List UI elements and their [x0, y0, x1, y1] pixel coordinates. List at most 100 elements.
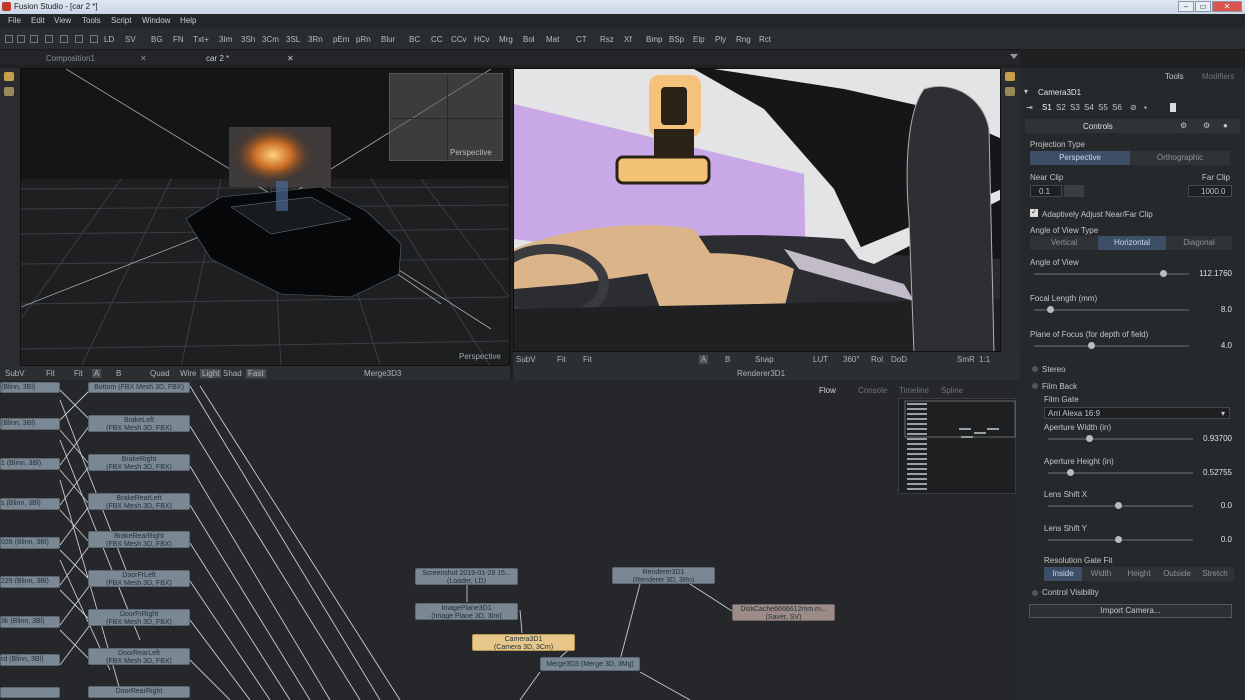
import-camera-button[interactable]: Import Camera... — [1029, 604, 1232, 618]
film-back-toggle-icon[interactable] — [1032, 383, 1038, 389]
slot-s1[interactable]: S1 — [1042, 103, 1052, 112]
channel-b-button[interactable]: B — [725, 355, 730, 364]
node-brake-left[interactable]: BrakeLeft (FBX Mesh 3D, FBX) — [88, 415, 190, 432]
node-blinn[interactable]: (Blinn, 3Bl) — [0, 418, 60, 430]
tool-bc[interactable]: BC — [409, 35, 420, 44]
angle-of-view-slider[interactable] — [1034, 270, 1189, 277]
360-button[interactable]: 360° — [843, 355, 860, 364]
node-screenshot-loader[interactable]: Screenshot 2019-01-28 15... (Loader, LD) — [415, 568, 518, 585]
tool-blur[interactable]: Blur — [381, 35, 395, 44]
stereo-section[interactable]: Stereo — [1042, 365, 1066, 374]
node-blinn[interactable]: rd (Blinn, 3Bl) — [0, 654, 60, 666]
tool-ply[interactable]: Ply — [715, 35, 726, 44]
res-inside-button[interactable]: Inside — [1044, 567, 1082, 581]
minimize-button[interactable]: – — [1178, 1, 1194, 12]
close-icon[interactable]: ✕ — [287, 54, 294, 63]
lock-icon[interactable]: ▪ — [1144, 103, 1147, 112]
menu-file[interactable]: File — [8, 16, 21, 25]
menu-edit[interactable]: Edit — [31, 16, 45, 25]
layout-icon[interactable] — [90, 35, 98, 43]
tool-ccv[interactable]: CCv — [451, 35, 467, 44]
tab-composition1[interactable]: Composition1 ✕ — [46, 51, 151, 65]
pin-icon[interactable]: ⇥ — [1026, 103, 1033, 112]
node-door-fr-right[interactable]: DoorFrRight (FBX Mesh 3D, FBX) — [88, 609, 190, 626]
node-blinn[interactable]: s (Blinn, 3Bl) — [0, 498, 60, 510]
tool-mrg[interactable]: Mrg — [499, 35, 513, 44]
maximize-button[interactable]: ▭ — [1195, 1, 1211, 12]
aov-diagonal-button[interactable]: Diagonal — [1166, 236, 1232, 250]
tool-mat[interactable]: Mat — [546, 35, 559, 44]
node-brake-rear-right[interactable]: BrakeRearRight (FBX Mesh 3D, FBX) — [88, 531, 190, 548]
res-width-button[interactable]: Width — [1082, 567, 1120, 581]
light-button[interactable]: Light — [200, 369, 222, 378]
roi-button[interactable]: Rol — [871, 355, 883, 364]
layout-icon[interactable] — [17, 35, 25, 43]
tool-cc[interactable]: CC — [431, 35, 443, 44]
shadow-button[interactable]: Shad — [223, 369, 242, 378]
node-camera3d1[interactable]: Camera3D1 (Camera 3D, 3Cm) — [472, 634, 575, 651]
res-height-button[interactable]: Height — [1120, 567, 1158, 581]
layout-icon[interactable] — [30, 35, 38, 43]
tool-3sh[interactable]: 3Sh — [241, 35, 255, 44]
tool-rsz[interactable]: Rsz — [600, 35, 614, 44]
tool-xf[interactable]: Xf — [624, 35, 632, 44]
slot-s2[interactable]: S2 — [1056, 103, 1066, 112]
flow-node-editor[interactable]: Flow Console Timeline Spline Bottom (FBX — [0, 380, 1020, 700]
viewer-icon[interactable] — [4, 72, 14, 81]
menu-tools[interactable]: Tools — [82, 16, 101, 25]
lens-shift-y-value[interactable]: 0.0 — [1221, 535, 1232, 544]
color-swatch[interactable] — [1170, 103, 1176, 112]
near-clip-input[interactable]: 0.1 — [1030, 185, 1062, 197]
menu-help[interactable]: Help — [180, 16, 196, 25]
slot-s4[interactable]: S4 — [1084, 103, 1094, 112]
focal-length-mm-slider[interactable] — [1034, 306, 1189, 313]
slider-handle[interactable] — [1066, 468, 1074, 476]
fit-button[interactable]: Fit — [74, 369, 83, 378]
smr-button[interactable]: SmR — [957, 355, 975, 364]
aov-vertical-button[interactable]: Vertical — [1030, 236, 1098, 250]
tool-3rn[interactable]: 3Rn — [308, 35, 323, 44]
menu-script[interactable]: Script — [111, 16, 131, 25]
tool-sv[interactable]: SV — [125, 35, 136, 44]
tool-fn[interactable]: FN — [173, 35, 184, 44]
node-blinn[interactable]: (Blinn, 3Bl) — [0, 382, 60, 393]
slot-s3[interactable]: S3 — [1070, 103, 1080, 112]
aperture-height-in-value[interactable]: 0.52755 — [1203, 468, 1232, 477]
node-navigator[interactable] — [898, 398, 1016, 494]
node-blinn[interactable] — [0, 687, 60, 698]
menu-window[interactable]: Window — [142, 16, 170, 25]
focal-length-mm-value[interactable]: 8.0 — [1221, 305, 1232, 314]
slider-handle[interactable] — [1046, 306, 1054, 313]
slider-handle[interactable] — [1114, 535, 1122, 543]
node-blinn[interactable]: 3k (Blinn, 3Bl) — [0, 616, 60, 628]
subview-button[interactable]: SubV — [5, 369, 25, 378]
layout-icon[interactable] — [5, 35, 13, 43]
tab-modifiers[interactable]: Modifiers — [1202, 72, 1234, 81]
fit-button[interactable]: Fit — [557, 355, 566, 364]
settings-icon[interactable]: ⚙ — [1180, 121, 1187, 130]
dod-button[interactable]: DoD — [891, 355, 907, 364]
viewer-icon[interactable] — [1005, 72, 1015, 81]
channel-a-button[interactable]: A — [699, 355, 709, 364]
layout-icon[interactable] — [75, 35, 83, 43]
zoom-button[interactable]: 1:1 — [979, 355, 990, 364]
fit-button[interactable]: Fit — [46, 369, 55, 378]
plane-of-focus-for-depth-of-field-value[interactable]: 4.0 — [1221, 341, 1232, 350]
slider-handle[interactable] — [1085, 435, 1093, 442]
tab-car-2[interactable]: car 2 * ✕ — [206, 51, 298, 65]
layout-icon[interactable] — [45, 35, 53, 43]
film-gate-dropdown[interactable]: Arri Alexa 16:9 ▾ — [1044, 407, 1230, 419]
right-viewer[interactable] — [513, 68, 1001, 352]
close-icon[interactable]: ✕ — [140, 54, 147, 63]
tool-hcv[interactable]: HCv — [474, 35, 490, 44]
info-icon[interactable]: ● — [1223, 121, 1228, 130]
lut-button[interactable]: LUT — [813, 355, 828, 364]
tool-bg[interactable]: BG — [151, 35, 163, 44]
aperture-width-in-value[interactable]: 0.93700 — [1203, 434, 1232, 443]
far-clip-input[interactable]: 1000.0 — [1188, 185, 1232, 197]
node-door-fr-left[interactable]: DoorFrLeft (FBX Mesh 3D, FBX) — [88, 570, 190, 587]
tool-3sl[interactable]: 3SL — [286, 35, 300, 44]
tool-bsp[interactable]: BSp — [669, 35, 684, 44]
close-button[interactable]: ✕ — [1212, 1, 1242, 12]
node-door-rear-left[interactable]: DoorRearLeft (FBX Mesh 3D, FBX) — [88, 648, 190, 665]
